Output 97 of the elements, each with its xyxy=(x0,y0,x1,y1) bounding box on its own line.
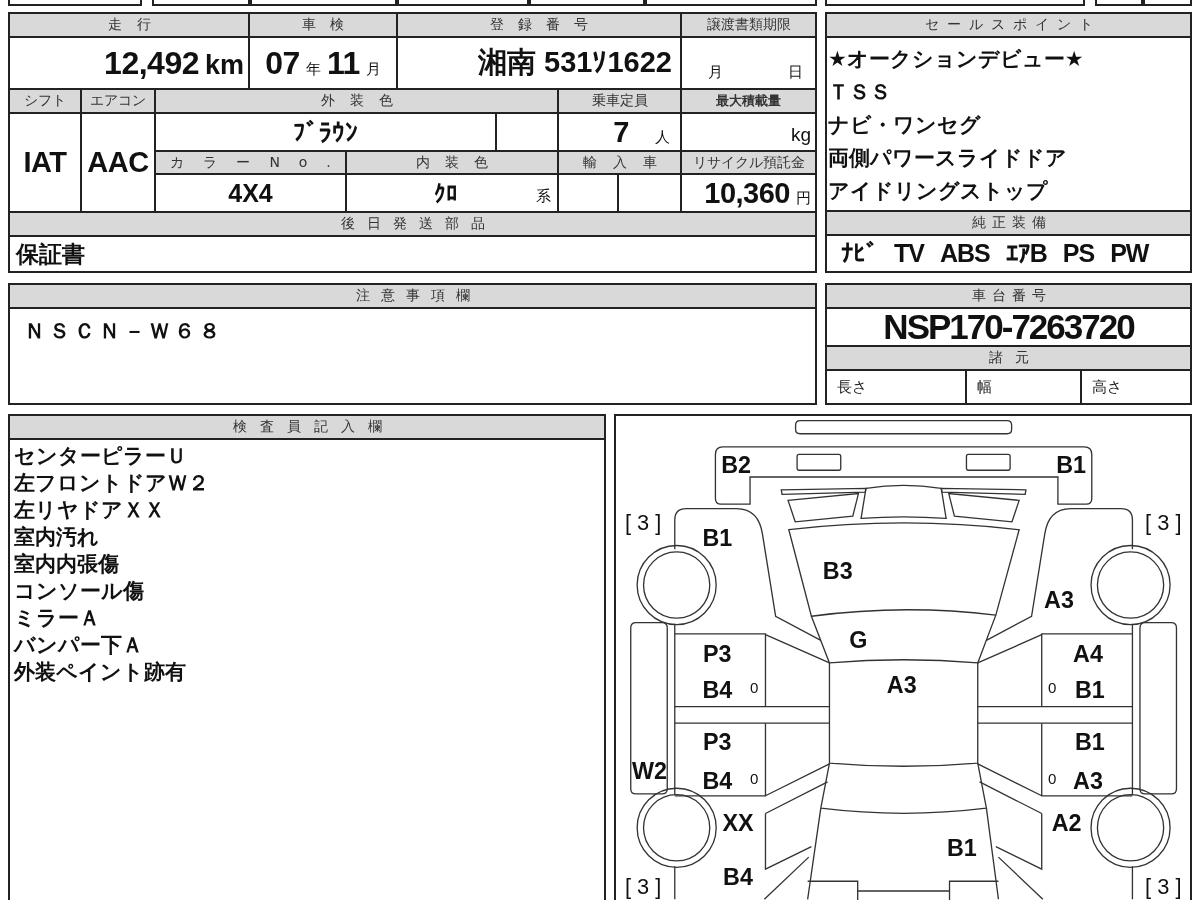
corner-label: [ 3 ] xyxy=(624,873,662,899)
sales-point-text: ★オークションデビュー★ xyxy=(827,46,1085,73)
mileage-value: 12,492 xyxy=(104,44,199,82)
damage-code: A4 xyxy=(1073,640,1103,667)
inspector-note: 左フロントドアＷ２ xyxy=(14,470,210,497)
shift-value: IAT xyxy=(23,146,67,179)
damage-code: A3 xyxy=(1073,767,1103,794)
field-header: 注意事項欄 xyxy=(10,285,815,309)
field-header: 諸元 xyxy=(827,345,1190,371)
inspector-note: バンパー下Ａ xyxy=(14,632,144,659)
field-header: 純正装備 xyxy=(827,210,1190,236)
color-number-value: 4X4 xyxy=(228,178,273,208)
field-header: 走行 xyxy=(10,14,248,36)
field-header: セールスポイント xyxy=(827,14,1190,38)
field-header: 車台番号 xyxy=(827,285,1190,309)
small-mark-label: 0 xyxy=(750,679,759,697)
field-header: 内装色 xyxy=(347,152,557,173)
field-header: 乗車定員 xyxy=(559,90,680,112)
exterior-color-value: ﾌﾞﾗｳﾝ xyxy=(293,117,358,147)
equipment-text: ﾅﾋﾞ xyxy=(841,239,878,268)
field-header: 検査員記入欄 xyxy=(10,416,604,440)
damage-code: B1 xyxy=(702,525,733,551)
corner-label: [ 3 ] xyxy=(1145,873,1182,899)
field-header: リサイクル預託金 xyxy=(682,152,815,173)
spec-label: 長さ xyxy=(837,377,867,397)
damage-code: G xyxy=(849,627,868,654)
inspector-note: 室内汚れ xyxy=(14,524,100,551)
equipment-text: TV xyxy=(894,239,924,268)
inspector-note: ミラーＡ xyxy=(14,605,101,632)
inspector-note: 左リヤドアＸＸ xyxy=(14,497,166,524)
field-header: 最大積載量 xyxy=(682,90,815,112)
spec-label: 高さ xyxy=(1092,377,1122,397)
inspector-note: 室内内張傷 xyxy=(14,551,120,578)
year-unit: 年 xyxy=(305,59,321,79)
damage-code: B4 xyxy=(723,863,753,890)
damage-code: A3 xyxy=(886,671,917,698)
field-header: エアコン xyxy=(82,90,154,112)
damage-code: A2 xyxy=(1051,810,1082,837)
month-unit: 月 xyxy=(365,59,381,79)
damage-code: B3 xyxy=(822,558,853,585)
inspector-note: 外装ペイント跡有 xyxy=(14,659,187,686)
field-header: カラーNo. xyxy=(156,152,345,173)
inspection-year: 07 xyxy=(265,44,300,82)
mileage-unit: km xyxy=(204,49,244,81)
capacity-value: 7 xyxy=(613,115,629,149)
later-parts-value: 保証書 xyxy=(16,239,85,269)
equipment-text: ABS xyxy=(939,239,990,268)
damage-code: B4 xyxy=(702,767,733,794)
sales-point-text: ＴＳＳ xyxy=(827,79,892,106)
small-mark-label: 0 xyxy=(1048,679,1057,697)
field-header: 輸入車 xyxy=(559,152,680,173)
interior-color-suffix: 系 xyxy=(536,187,551,206)
spec-label: 幅 xyxy=(977,377,992,397)
registration-number: 湘南 531ｿ1622 xyxy=(478,45,673,80)
table-cell xyxy=(497,114,557,150)
day-unit: 日 xyxy=(788,63,803,82)
inspector-note: センターピラーＵ xyxy=(14,443,188,470)
field-header: 外装色 xyxy=(156,90,557,112)
sales-point-text: 両側パワースライドドア xyxy=(827,145,1068,172)
table-cell xyxy=(619,175,680,211)
field-header: 車検 xyxy=(250,14,396,36)
damage-code: B1 xyxy=(947,835,977,862)
capacity-unit: 人 xyxy=(655,127,670,147)
table-cell xyxy=(559,175,617,211)
damage-code: B2 xyxy=(721,451,752,478)
equipment-text: ｴｱB xyxy=(1005,239,1047,268)
damage-code: W2 xyxy=(632,757,668,784)
notes-text: ＮＳＣＮ－Ｗ６８ xyxy=(24,318,225,345)
field-header: 譲渡書類期限 xyxy=(682,14,815,36)
equipment-text: PS xyxy=(1062,239,1095,268)
damage-code: P3 xyxy=(703,640,732,667)
damage-code: XX xyxy=(722,810,754,837)
inspector-note: コンソール傷 xyxy=(14,578,145,605)
field-header: 後日発送部品 xyxy=(10,213,815,235)
field-header: シフト xyxy=(10,90,80,112)
damage-code: P3 xyxy=(703,728,732,755)
sales-point-text: アイドリングストップ xyxy=(827,178,1049,205)
corner-label: [ 3 ] xyxy=(624,510,662,536)
chassis-number: NSP170-7263720 xyxy=(883,307,1134,347)
damage-code: B4 xyxy=(702,677,733,704)
small-mark-label: 0 xyxy=(1048,769,1057,787)
yen-unit: 円 xyxy=(796,188,811,208)
damage-code: B1 xyxy=(1075,728,1105,755)
damage-code: A3 xyxy=(1044,587,1074,614)
small-mark-label: 0 xyxy=(750,769,759,787)
damage-code: B1 xyxy=(1075,677,1105,704)
equipment-text: PW xyxy=(1110,239,1149,268)
recycle-fee-value: 10,360 xyxy=(704,176,790,210)
sales-point-text: ナビ・ワンセグ xyxy=(827,112,982,139)
month-unit: 月 xyxy=(708,63,723,82)
air-conditioner-value: AAC xyxy=(87,146,149,179)
corner-label: [ 3 ] xyxy=(1145,510,1182,536)
inspection-month: 11 xyxy=(326,44,360,82)
max-load-unit: kg xyxy=(790,124,811,146)
damage-code: B1 xyxy=(1056,451,1086,478)
field-header: 登録番号 xyxy=(398,14,680,36)
interior-color-value: ｸﾛ xyxy=(434,180,458,206)
